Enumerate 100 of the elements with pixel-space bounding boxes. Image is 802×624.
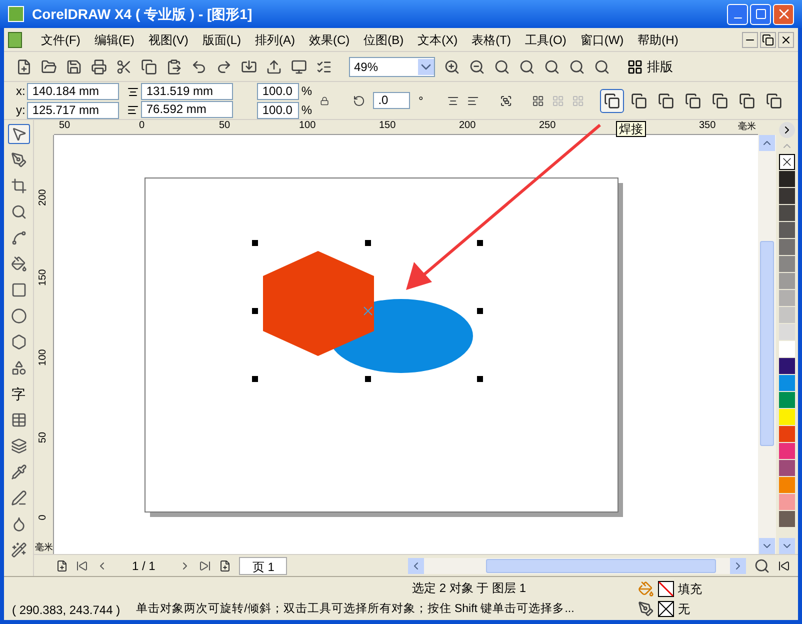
selection-handle[interactable] bbox=[252, 308, 258, 314]
selection-handle[interactable] bbox=[477, 308, 483, 314]
menu-item[interactable]: 窗口(W) bbox=[573, 30, 631, 48]
color-swatch[interactable] bbox=[779, 188, 795, 204]
cut-icon[interactable] bbox=[116, 58, 132, 74]
color-swatch[interactable] bbox=[779, 171, 795, 187]
maximize-icon bbox=[754, 8, 766, 20]
export-icon[interactable] bbox=[266, 58, 282, 74]
color-swatch[interactable] bbox=[779, 324, 795, 340]
color-swatch[interactable] bbox=[779, 511, 795, 527]
scale-y-field[interactable]: 100.0 bbox=[257, 102, 300, 118]
ruler-label: 150 bbox=[379, 120, 396, 132]
scroll-right-button[interactable] bbox=[730, 558, 746, 574]
scroll-thumb[interactable] bbox=[760, 241, 774, 446]
doc-restore-button[interactable] bbox=[760, 32, 776, 48]
y-position-field[interactable]: 125.717 mm bbox=[27, 102, 120, 118]
paste-icon[interactable] bbox=[166, 58, 182, 74]
selection-handle[interactable] bbox=[365, 376, 371, 382]
selection-handle[interactable] bbox=[477, 376, 483, 382]
scroll-left-button[interactable] bbox=[408, 558, 424, 574]
zoom-icon[interactable] bbox=[519, 58, 535, 74]
height-field[interactable]: 76.592 mm bbox=[141, 101, 234, 118]
add-page-icon[interactable] bbox=[56, 560, 68, 572]
color-swatch[interactable] bbox=[779, 205, 795, 221]
color-swatch[interactable] bbox=[779, 341, 795, 357]
checklist-icon[interactable] bbox=[316, 58, 332, 74]
menu-item[interactable]: 工具(O) bbox=[518, 30, 574, 48]
color-swatch[interactable] bbox=[779, 273, 795, 289]
ruler-label: 100 bbox=[36, 348, 50, 368]
scroll-thumb[interactable] bbox=[486, 558, 716, 572]
zoom-icon[interactable] bbox=[569, 58, 585, 74]
zoom-in-icon[interactable] bbox=[444, 58, 460, 74]
menu-item[interactable]: 文件(F) bbox=[34, 30, 88, 48]
copy-icon[interactable] bbox=[141, 58, 157, 74]
color-swatch[interactable] bbox=[779, 494, 795, 510]
zoom-icon[interactable] bbox=[544, 58, 560, 74]
add-page-icon[interactable] bbox=[219, 560, 232, 572]
menu-item[interactable]: 版面(L) bbox=[195, 30, 248, 48]
menu-item[interactable]: 帮助(H) bbox=[630, 30, 686, 48]
zoom-out-icon[interactable] bbox=[469, 58, 485, 74]
layout-button[interactable]: 排版 bbox=[627, 56, 673, 76]
color-swatch[interactable] bbox=[779, 222, 795, 238]
doc-minimize-button[interactable] bbox=[742, 32, 758, 48]
color-swatch[interactable] bbox=[779, 239, 795, 255]
shapes-icon bbox=[10, 360, 26, 376]
color-swatch[interactable] bbox=[779, 290, 795, 306]
page-tab[interactable]: 页 1 bbox=[239, 556, 288, 574]
color-swatch[interactable] bbox=[779, 426, 795, 442]
doc-close-button[interactable] bbox=[778, 32, 794, 48]
overlap-squares-icon bbox=[604, 92, 620, 108]
shaping-button[interactable] bbox=[600, 88, 624, 112]
import-icon[interactable] bbox=[241, 58, 257, 74]
folder-icon[interactable] bbox=[41, 58, 57, 74]
save-icon[interactable] bbox=[66, 58, 82, 74]
color-swatch[interactable] bbox=[779, 460, 795, 476]
menu-item[interactable]: 编辑(E) bbox=[87, 30, 142, 48]
selection-handle[interactable] bbox=[477, 240, 483, 246]
color-swatch[interactable] bbox=[779, 307, 795, 323]
palette-down-button[interactable] bbox=[779, 538, 795, 554]
text-tool[interactable]: 字 bbox=[8, 384, 30, 404]
menu-item[interactable]: 效果(C) bbox=[302, 30, 357, 48]
last-page-icon[interactable] bbox=[199, 560, 212, 572]
color-swatch[interactable] bbox=[779, 409, 795, 425]
menu-item[interactable]: 文本(X) bbox=[410, 30, 465, 48]
color-swatch[interactable] bbox=[779, 256, 795, 272]
close-button[interactable] bbox=[773, 4, 794, 24]
menu-item[interactable]: 视图(V) bbox=[141, 30, 196, 48]
maximize-button[interactable] bbox=[750, 4, 771, 24]
undo-icon[interactable] bbox=[191, 58, 207, 74]
rotation-field[interactable]: .0 bbox=[373, 92, 410, 109]
no-color-swatch[interactable] bbox=[779, 154, 795, 170]
menu-item[interactable]: 表格(T) bbox=[464, 30, 518, 48]
x-position-field[interactable]: 140.184 mm bbox=[27, 82, 120, 100]
redo-icon[interactable] bbox=[216, 58, 232, 74]
new-file-icon[interactable] bbox=[16, 58, 32, 74]
color-swatch[interactable] bbox=[779, 358, 795, 374]
color-swatch[interactable] bbox=[779, 392, 795, 408]
menu-item[interactable]: 排列(A) bbox=[248, 30, 302, 48]
palette-menu-button[interactable] bbox=[779, 122, 795, 138]
selection-handle[interactable] bbox=[252, 240, 258, 246]
zoom-icon[interactable] bbox=[494, 58, 510, 74]
selection-handle[interactable] bbox=[365, 240, 371, 246]
zoom-dropdown[interactable]: 49% bbox=[349, 56, 435, 76]
zoom-icon[interactable] bbox=[594, 58, 610, 74]
selection-handle[interactable] bbox=[252, 376, 258, 382]
minimize-button[interactable] bbox=[727, 4, 748, 24]
menu-item[interactable]: 位图(B) bbox=[356, 30, 411, 48]
first-page-icon[interactable] bbox=[76, 560, 88, 572]
scroll-down-button[interactable] bbox=[759, 538, 775, 554]
pointer-tool[interactable] bbox=[8, 124, 30, 144]
lock-icon[interactable] bbox=[320, 94, 330, 106]
printer-icon[interactable] bbox=[91, 58, 107, 74]
zoom-icon[interactable] bbox=[754, 558, 770, 574]
width-field[interactable]: 131.519 mm bbox=[141, 83, 234, 100]
color-swatch[interactable] bbox=[779, 443, 795, 459]
color-swatch[interactable] bbox=[779, 477, 795, 493]
color-swatch[interactable] bbox=[779, 375, 795, 391]
scale-x-field[interactable]: 100.0 bbox=[257, 82, 300, 100]
percent-sign: % bbox=[301, 83, 312, 100]
outline-pen-icon[interactable] bbox=[638, 600, 654, 616]
